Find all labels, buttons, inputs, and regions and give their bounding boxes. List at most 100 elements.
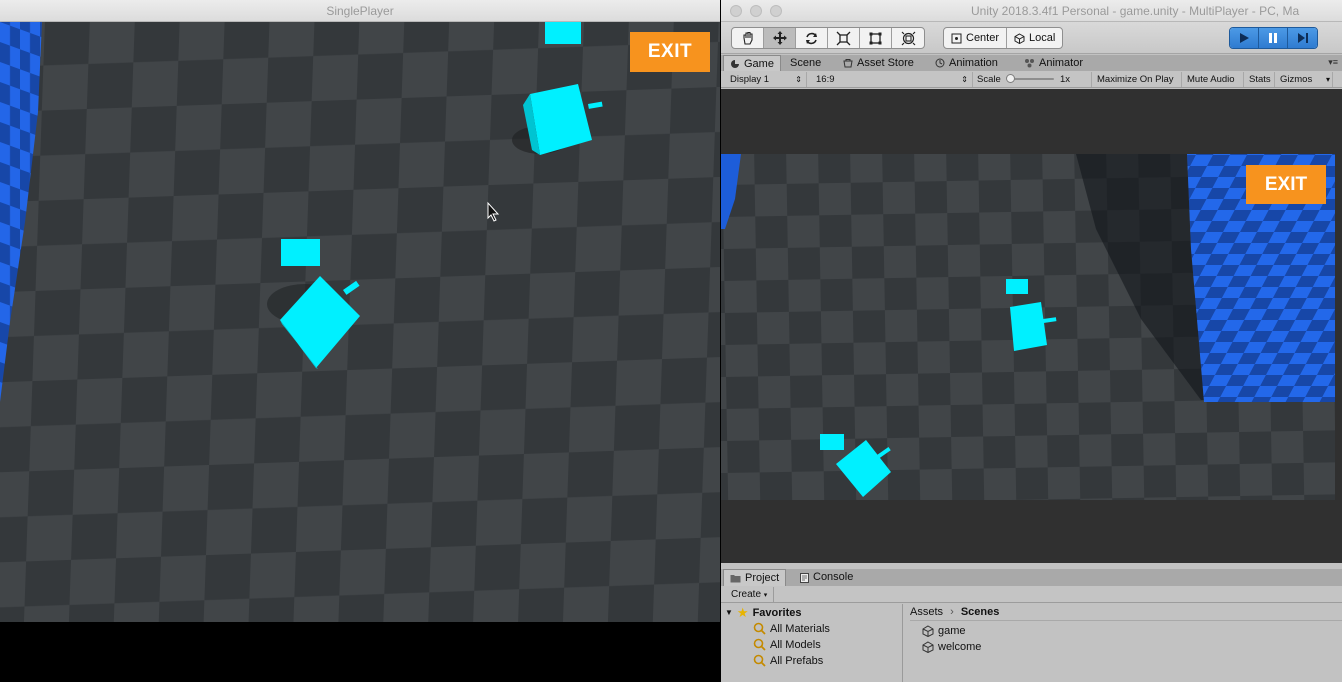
singleplayer-game-view[interactable]: EXIT [0,22,720,622]
unity-toolbar: Center Local [721,22,1342,54]
stats-toggle[interactable]: Stats [1244,72,1275,87]
pivot-local-button[interactable]: Local [1007,28,1062,48]
exit-label: EXIT [647,41,693,62]
pivot-toggles: Center Local [943,27,1064,49]
console-icon [800,572,809,583]
favorite-item[interactable]: All Models [753,637,821,652]
project-tree: ▼ ★ Favorites All Materials All Models A… [721,604,903,682]
player-nameplate [1006,279,1028,294]
playmode-controls [1229,27,1318,49]
favorites-row[interactable]: ▼ ★ Favorites [725,605,802,620]
close-window-icon[interactable] [730,5,742,17]
game-icon [731,59,739,68]
tab-animator[interactable]: Animator [1018,55,1089,71]
tab-game[interactable]: Game [723,55,781,71]
project-contents: Assets › Scenes game welcome [904,604,1342,682]
pivot-icon [951,33,962,43]
player-cube [1010,302,1047,351]
move-icon [772,31,787,45]
move-tool-button[interactable] [764,28,796,48]
local-cube-icon [1014,32,1025,44]
player-nameplate [820,434,844,450]
transform-tool-button[interactable] [892,28,924,48]
create-dropdown[interactable]: Create ▾ [725,587,775,602]
exit-label: EXIT [1264,173,1308,195]
panel-menu-icon[interactable]: ▾≡ [1328,57,1338,68]
view-tabbar: Game Scene Asset Store Animation Animato… [721,55,1342,71]
exit-button[interactable]: EXIT [630,32,710,72]
favorite-item[interactable]: All Prefabs [753,653,823,668]
rect-icon [869,32,882,44]
animation-icon [935,58,945,68]
animator-icon [1025,59,1034,68]
dropdown-arrow-icon: ⇕ [961,75,968,84]
search-icon [753,654,766,667]
tab-animation[interactable]: Animation [929,55,1004,71]
step-icon [1297,33,1308,43]
tab-scene[interactable]: Scene [784,55,827,71]
exit-button[interactable]: EXIT [1246,165,1326,204]
scene-asset[interactable]: welcome [922,639,981,654]
multiplayer-game-view[interactable]: EXIT [721,89,1342,563]
scale-label: Scale [977,74,1001,85]
tab-console[interactable]: Console [794,569,859,586]
play-button[interactable] [1230,28,1259,48]
search-icon [753,622,766,635]
maximize-on-play-toggle[interactable]: Maximize On Play [1092,72,1182,87]
project-tabbar: Project Console [721,569,1342,586]
scene-asset[interactable]: game [922,623,966,638]
tab-label: Console [813,571,854,583]
step-button[interactable] [1288,28,1317,48]
dropdown-arrow-icon: ▾ [763,592,768,599]
favorite-item[interactable]: All Materials [753,621,830,636]
pause-button[interactable] [1259,28,1288,48]
multiplayer-scene [721,89,1342,563]
maximize-label: Maximize On Play [1097,74,1174,85]
stats-label: Stats [1249,74,1271,85]
breadcrumb: Assets › Scenes [910,604,1342,621]
rotate-tool-button[interactable] [796,28,828,48]
tab-label: Project [745,571,780,584]
minimize-window-icon[interactable] [750,5,762,17]
disclosure-triangle-icon: ▼ [725,608,733,617]
pause-icon [1269,33,1277,43]
game-view-bar: Display 1 ⇕ 16:9 ⇕ Scale 1x Maximize On … [721,71,1342,88]
transform-icon [901,31,915,45]
space-label: Local [1029,32,1056,44]
scene-label: welcome [938,640,982,653]
rect-tool-button[interactable] [860,28,892,48]
singleplayer-titlebar: SinglePlayer [0,0,720,22]
singleplayer-window: SinglePlayer EXIT [0,0,720,682]
tab-label: Animation [949,57,998,69]
checker-floor [0,22,720,622]
favorite-label: All Models [770,638,821,651]
rotate-icon [806,32,817,44]
unity-scene-icon [922,640,934,653]
tab-label: Animator [1039,57,1084,69]
chevron-right-icon: › [950,606,954,618]
scale-tool-button[interactable] [828,28,860,48]
tab-project[interactable]: Project [723,569,787,586]
unity-titlebar: Unity 2018.3.4f1 Personal - game.unity -… [721,0,1342,22]
gizmos-dropdown[interactable]: Gizmos ▾ [1275,72,1333,87]
unity-editor-window: Unity 2018.3.4f1 Personal - game.unity -… [721,0,1342,682]
zoom-window-icon[interactable] [770,5,782,17]
breadcrumb-root[interactable]: Assets [910,606,943,618]
breadcrumb-current[interactable]: Scenes [961,606,1000,618]
display-dropdown[interactable]: Display 1 ⇕ [725,72,807,87]
player-nameplate [281,239,320,266]
search-icon [753,638,766,651]
tab-asset-store[interactable]: Asset Store [837,55,920,71]
aspect-label: 16:9 [816,74,835,85]
scale-slider-handle[interactable] [1006,74,1015,83]
star-icon: ★ [736,605,749,620]
scale-value: 1x [1060,74,1071,85]
hand-tool-button[interactable] [732,28,764,48]
create-label: Create [731,589,762,600]
singleplayer-title: SinglePlayer [326,4,394,18]
mute-audio-toggle[interactable]: Mute Audio [1182,72,1244,87]
aspect-dropdown[interactable]: 16:9 ⇕ [811,72,973,87]
tab-label: Scene [790,57,822,69]
scale-slider[interactable] [1010,78,1054,80]
pivot-center-button[interactable]: Center [944,28,1008,48]
